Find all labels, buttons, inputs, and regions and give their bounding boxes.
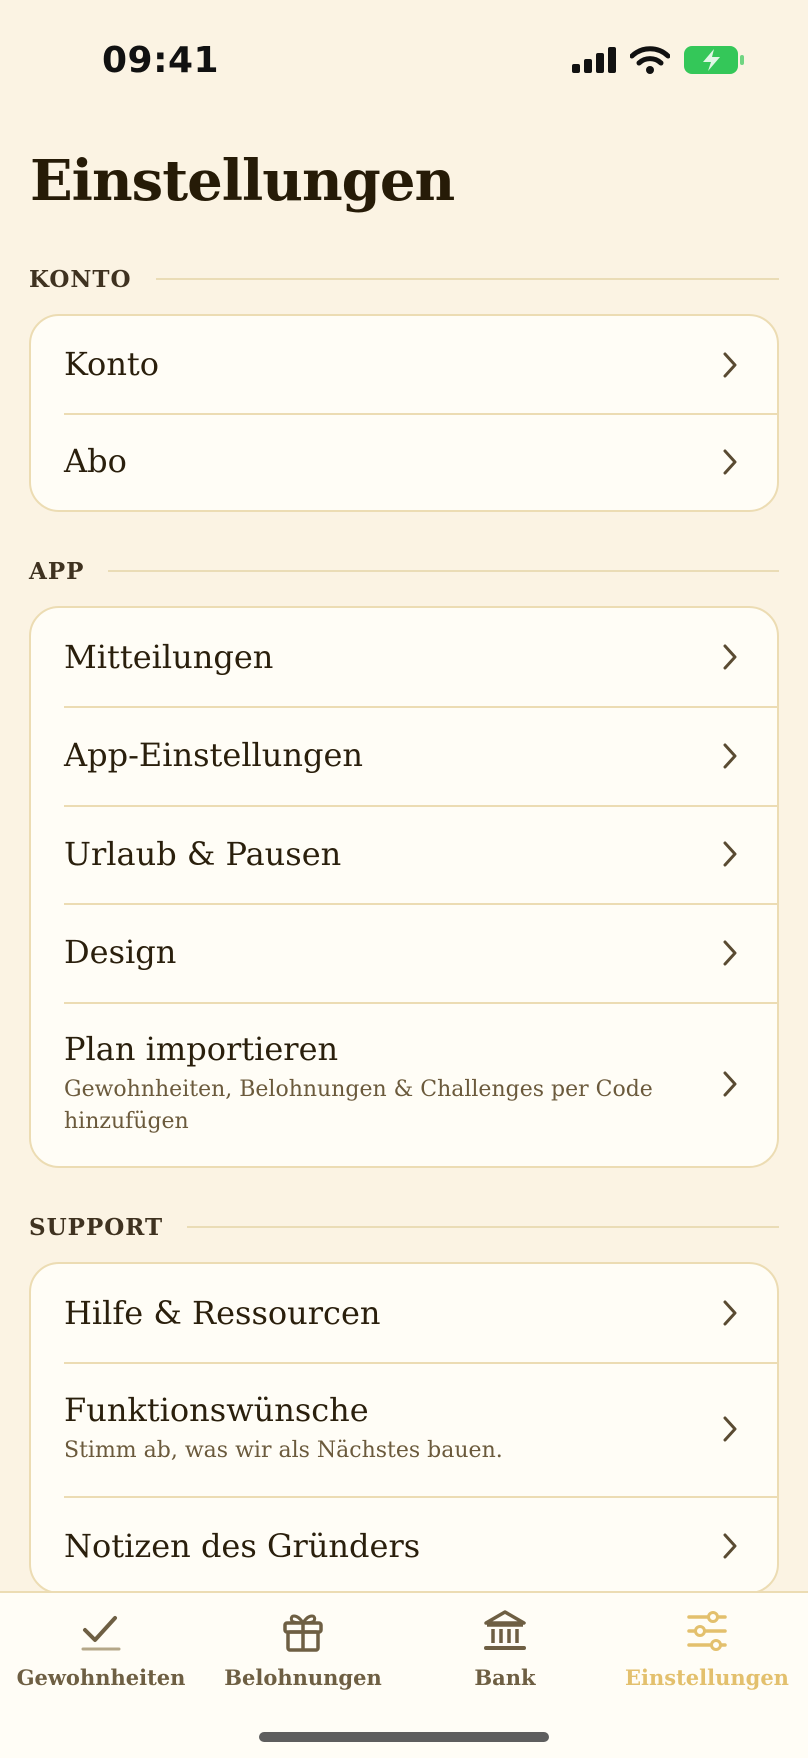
row-title: Notizen des Gründers [64,1526,421,1565]
section-header-support: SUPPORT [29,1212,779,1242]
tab-einstellungen[interactable]: Einstellungen [606,1593,808,1703]
section-header-label: APP [29,557,85,585]
sliders-icon [687,1611,727,1651]
checkmark-icon [81,1616,121,1651]
status-time: 09:41 [102,40,220,81]
chevron-right-icon [723,1300,737,1326]
row-title: Urlaub & Pausen [64,834,342,873]
chevron-right-icon [723,1533,737,1559]
tab-label: Bank [474,1665,536,1690]
section-header-label: SUPPORT [29,1213,164,1241]
settings-row-design[interactable]: Design [31,903,777,1002]
status-icons [572,46,744,78]
section-divider [155,278,779,280]
battery-charging-icon [684,46,744,78]
row-subtitle: Stimm ab, was wir als Nächstes bauen. [64,1438,503,1464]
settings-row-konto[interactable]: Konto [31,316,777,413]
chevron-right-icon [723,352,737,377]
row-subtitle: Gewohnheiten, Belohnungen & Challenges p… [64,1077,653,1135]
chevron-right-icon [723,841,737,867]
page-title: Einstellungen [30,148,455,214]
row-title: Mitteilungen [64,637,274,676]
row-title: App-Einstellungen [64,736,364,775]
chevron-right-icon [723,1416,737,1442]
row-title: Konto [64,345,160,384]
settings-card-support: Hilfe & Ressourcen Funktionswünsche Stim… [29,1262,779,1594]
settings-row-plan-importieren[interactable]: Plan importieren Gewohnheiten, Belohnung… [31,1002,777,1166]
settings-row-funktionswuensche[interactable]: Funktionswünsche Stimm ab, was wir als N… [31,1362,777,1496]
chevron-right-icon [723,1071,737,1097]
home-indicator[interactable] [259,1732,549,1742]
settings-card-app: Mitteilungen App-Einstellungen Urlaub & … [29,606,779,1168]
chevron-right-icon [723,644,737,670]
chevron-right-icon [723,940,737,965]
tab-label: Einstellungen [625,1665,789,1690]
tab-label: Gewohnheiten [16,1665,186,1690]
settings-row-abo[interactable]: Abo [31,413,777,510]
section-divider [187,1226,779,1228]
section-header-label: KONTO [29,265,132,293]
status-bar: 09:41 [0,0,808,130]
section-header-konto: KONTO [29,264,779,294]
section-header-app: APP [29,556,779,586]
bank-icon [484,1610,526,1650]
tab-gewohnheiten[interactable]: Gewohnheiten [0,1593,202,1703]
settings-row-hilfe-ressourcen[interactable]: Hilfe & Ressourcen [31,1264,777,1362]
settings-row-notizen-gruender[interactable]: Notizen des Gründers [31,1496,777,1592]
row-title: Plan importieren [64,1029,339,1068]
row-title: Design [64,933,177,972]
tab-bank[interactable]: Bank [404,1593,606,1703]
section-divider [108,570,779,572]
settings-card-konto: Konto Abo [29,314,779,512]
gift-icon [283,1614,323,1652]
row-title: Funktionswünsche [64,1390,369,1429]
row-title: Abo [64,442,127,481]
tab-label: Belohnungen [224,1665,382,1690]
tab-belohnungen[interactable]: Belohnungen [202,1593,404,1703]
chevron-right-icon [723,743,737,768]
wifi-icon [629,46,671,78]
settings-row-urlaub-pausen[interactable]: Urlaub & Pausen [31,805,777,903]
row-title: Hilfe & Ressourcen [64,1293,381,1332]
cellular-signal-icon [572,47,616,77]
settings-row-app-einstellungen[interactable]: App-Einstellungen [31,706,777,805]
settings-row-mitteilungen[interactable]: Mitteilungen [31,608,777,706]
chevron-right-icon [723,449,737,474]
